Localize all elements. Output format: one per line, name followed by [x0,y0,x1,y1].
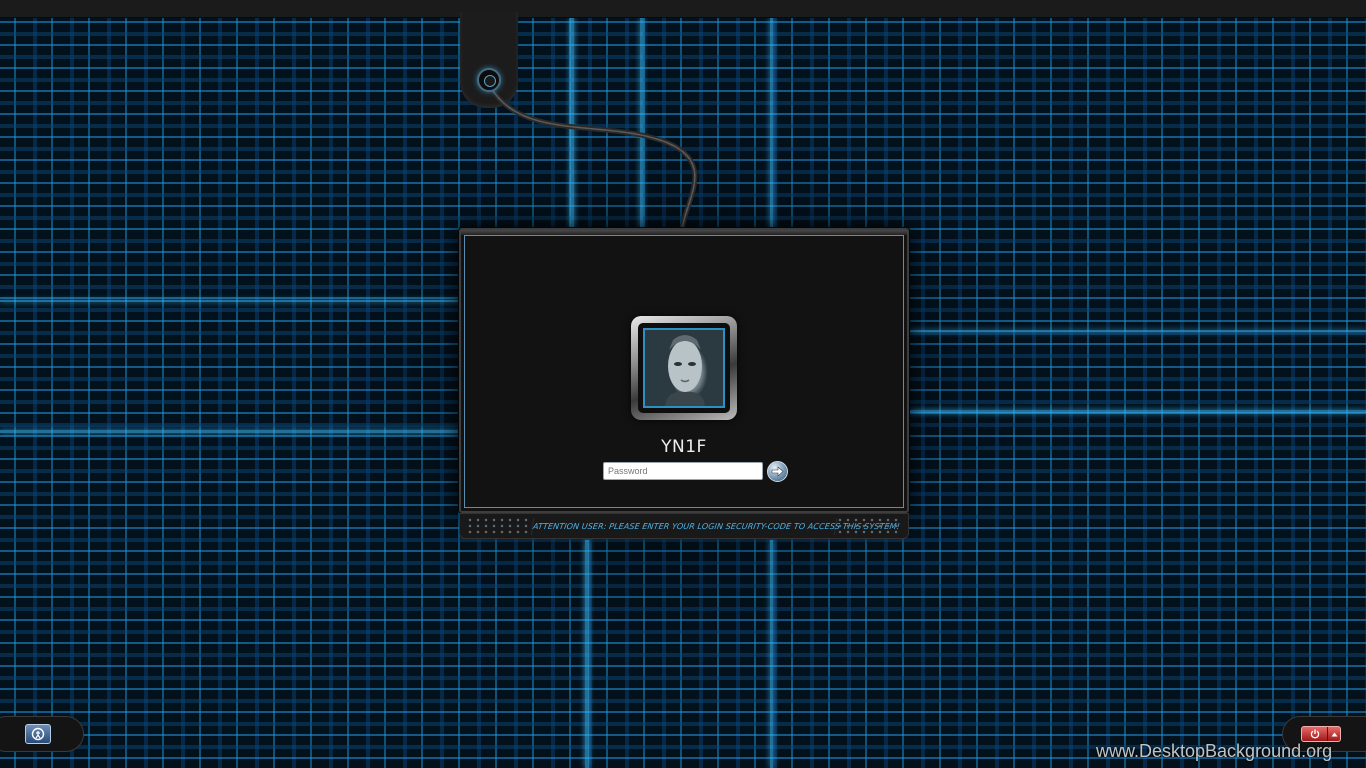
user-avatar[interactable] [631,316,737,420]
shutdown-button[interactable] [1301,726,1341,742]
strip-dots-left [466,517,532,535]
shutdown-options-button[interactable] [1328,727,1340,741]
ease-of-access-button[interactable] [25,724,51,744]
submit-button[interactable] [767,461,788,482]
password-input[interactable] [603,462,763,480]
power-main[interactable] [1302,727,1328,741]
wallpaper-vein [910,410,1366,413]
wallpaper-vein [770,18,773,228]
cable-plug [477,68,501,92]
watermark: www.DesktopBackground.org [1096,741,1333,761]
avatar-inner [638,323,730,413]
strip-dots-right [836,517,902,535]
top-bar [0,0,1366,18]
arrow-right-icon [771,466,784,477]
avatar-image [643,328,725,408]
panel-top-edge [461,230,907,235]
ease-of-access-icon [31,727,45,741]
triangle-up-icon [1331,732,1337,736]
cable [487,84,698,231]
wallpaper-vein [0,430,460,433]
wallpaper-vein [910,330,1366,332]
username-label: YN1F [661,437,707,457]
status-message: ATTENTION USER: PLEASE ENTER YOUR LOGIN … [530,518,900,535]
power-icon [1310,729,1319,739]
wallpaper-vein [0,300,460,302]
login-panel: YN1F [459,228,909,513]
wallpaper-vein [770,540,773,768]
status-strip: ATTENTION USER: PLEASE ENTER YOUR LOGIN … [459,513,909,539]
wallpaper-vein [585,540,589,768]
